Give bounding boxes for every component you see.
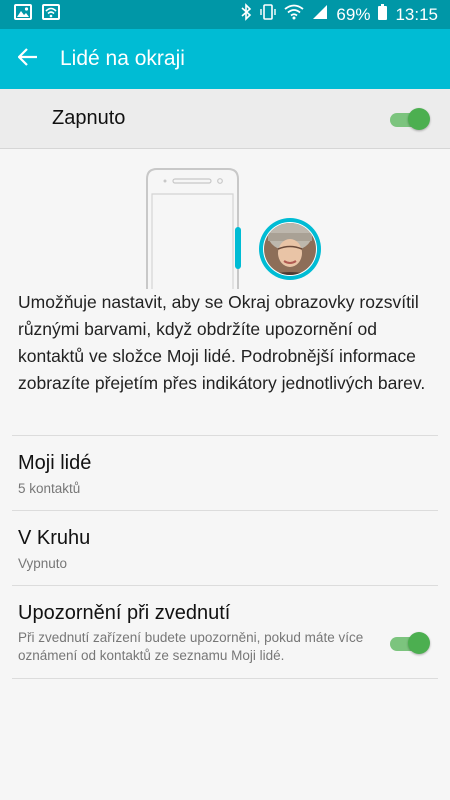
divider <box>12 678 438 679</box>
master-switch-row[interactable]: Zapnuto <box>0 89 450 149</box>
pickup-alert-title: Upozornění při zvednutí <box>18 602 231 624</box>
in-circle-subtitle: Vypnuto <box>18 556 68 571</box>
master-toggle-thumb <box>408 107 430 130</box>
bluetooth-icon <box>240 3 252 26</box>
wifi-hotspot-notification-icon <box>42 4 60 25</box>
cell-signal-icon <box>312 4 328 25</box>
page-title: Lidé na okraji <box>60 47 185 70</box>
back-button[interactable] <box>14 45 42 73</box>
pickup-alert-subtitle: Při zvednutí zařízení budete upozorněni,… <box>18 630 364 663</box>
phone-edge-illustration-icon <box>146 168 321 289</box>
in-circle-title: V Kruhu <box>18 527 91 549</box>
pickup-alert-text: Upozornění při zvednutí Při zvednutí zař… <box>18 602 368 665</box>
master-toggle[interactable] <box>390 107 430 130</box>
status-bar-left <box>14 4 60 25</box>
clock: 13:15 <box>395 4 438 24</box>
my-people-subtitle: 5 kontaktů <box>18 481 81 496</box>
status-bar-right: 69% 13:15 <box>240 3 438 26</box>
master-switch-label: Zapnuto <box>52 107 126 129</box>
my-people-title: Moji lidé <box>18 452 92 474</box>
app-bar: Lidé na okraji <box>0 29 450 89</box>
wifi-icon <box>284 4 304 25</box>
edge-people-illustration <box>0 149 450 289</box>
arrow-back-icon <box>17 47 38 71</box>
in-circle-item[interactable]: V Kruhu Vypnuto <box>0 511 450 585</box>
pickup-alert-item[interactable]: Upozornění při zvednutí Při zvednutí zař… <box>0 586 450 678</box>
my-people-item[interactable]: Moji lidé 5 kontaktů <box>0 436 450 510</box>
battery-icon <box>378 4 388 25</box>
gallery-notification-icon <box>14 4 32 25</box>
battery-percent: 69% <box>336 4 371 24</box>
status-bar: 69% 13:15 <box>0 0 450 29</box>
feature-description: Umožňuje nastavit, aby se Okraj obrazovk… <box>18 292 426 393</box>
vibrate-icon <box>260 3 277 26</box>
pickup-alert-toggle-thumb <box>408 632 430 654</box>
pickup-alert-toggle[interactable] <box>390 632 430 654</box>
